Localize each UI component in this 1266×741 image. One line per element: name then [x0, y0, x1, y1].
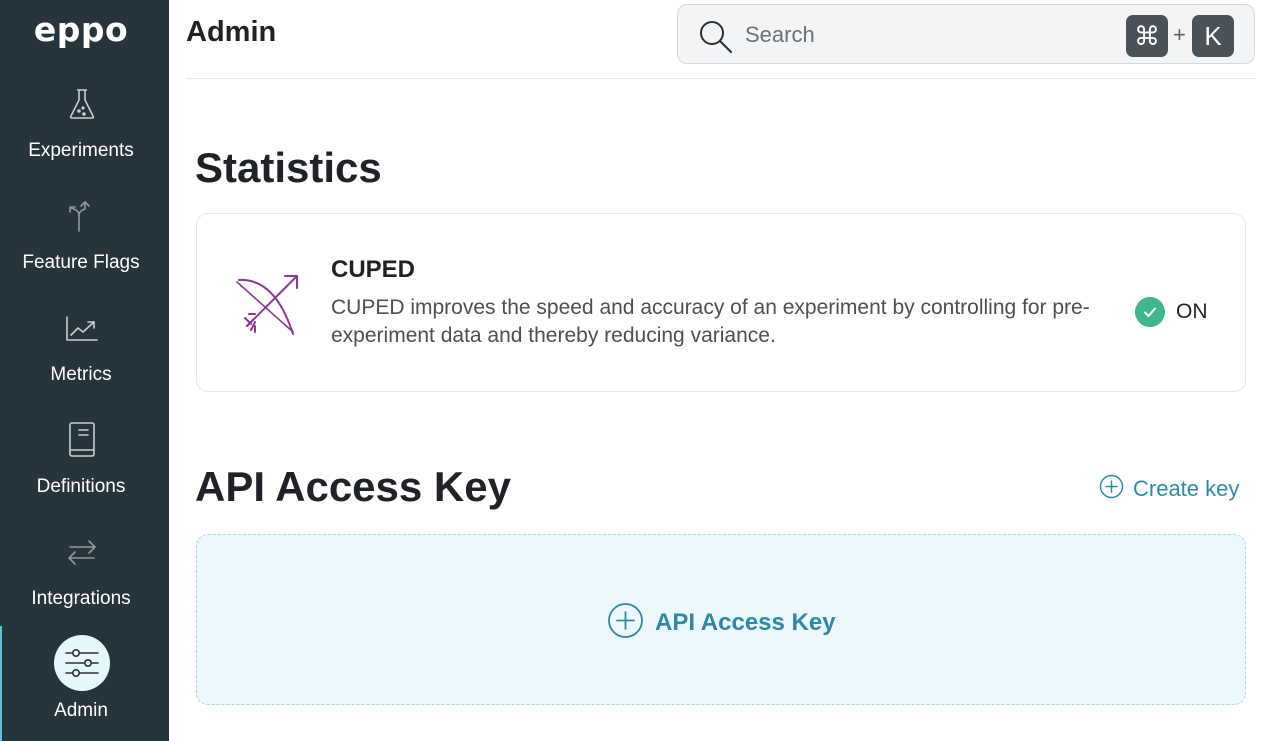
search-bar[interactable]: ⌘ + K [677, 4, 1255, 64]
flask-icon [62, 84, 102, 124]
branch-arrows-icon [62, 196, 102, 236]
sidebar-item-label: Admin [54, 700, 108, 721]
trend-chart-icon [62, 308, 102, 348]
page-title: Admin [186, 16, 277, 48]
active-nav-indicator [0, 626, 2, 741]
api-access-key-heading: API Access Key [195, 463, 511, 510]
cuped-description: CUPED improves the speed and accuracy of… [331, 296, 1090, 347]
plus-circle-icon [1099, 474, 1124, 504]
k-key-badge: K [1192, 15, 1234, 57]
book-icon [62, 420, 102, 460]
sidebar-item-label: Integrations [31, 588, 131, 609]
sidebar-item-label: Feature Flags [22, 252, 140, 273]
create-key-label: Create key [1133, 476, 1240, 501]
create-key-button[interactable]: Create key [1099, 474, 1239, 504]
eppo-logo[interactable]: eppo [0, 10, 162, 49]
sidebar: eppo Experiments Feature Flags Metrics D… [0, 0, 169, 741]
shortcut-plus: + [1173, 22, 1186, 47]
add-api-access-key-area[interactable]: API Access Key [196, 534, 1246, 705]
header-divider [186, 78, 1255, 79]
search-input[interactable] [745, 19, 1105, 51]
cuped-status-toggle[interactable]: ON [1135, 297, 1208, 327]
plus-circle-icon [607, 602, 644, 644]
cuped-card: CUPED CUPED improves the speed and accur… [196, 213, 1246, 392]
sidebar-item-label: Definitions [36, 476, 126, 497]
check-icon [1135, 297, 1165, 327]
add-api-access-key-label: API Access Key [655, 609, 836, 636]
bow-and-arrow-icon [235, 270, 303, 343]
cuped-title: CUPED [331, 256, 416, 283]
statistics-heading: Statistics [195, 144, 382, 191]
sliders-icon [54, 635, 110, 691]
search-icon [698, 19, 734, 60]
swap-arrows-icon [62, 532, 102, 572]
command-key-badge: ⌘ [1126, 15, 1168, 57]
sidebar-item-metrics[interactable]: Metrics [0, 308, 162, 420]
sidebar-item-experiments[interactable]: Experiments [0, 84, 162, 196]
sidebar-item-integrations[interactable]: Integrations [0, 532, 162, 644]
sidebar-item-label: Experiments [28, 140, 134, 161]
sidebar-item-label: Metrics [50, 364, 112, 385]
status-label: ON [1176, 300, 1208, 323]
sidebar-item-feature-flags[interactable]: Feature Flags [0, 196, 162, 308]
sidebar-item-definitions[interactable]: Definitions [0, 420, 162, 532]
sidebar-item-admin[interactable]: Admin [0, 635, 162, 741]
